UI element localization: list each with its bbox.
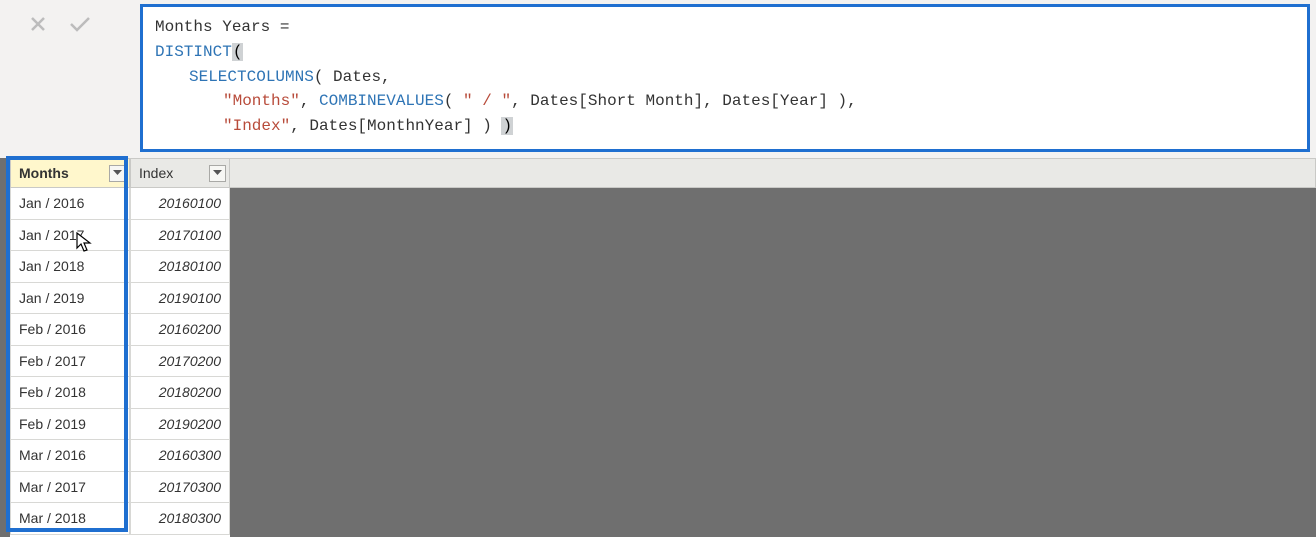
chevron-down-icon [213, 170, 222, 176]
formula-bar-container: Months Years = DISTINCT( SELECTCOLUMNS( … [140, 0, 1316, 156]
fn-combinevalues: COMBINEVALUES [319, 92, 444, 110]
table-cell-months[interactable]: Mar / 2018 [10, 503, 130, 535]
table-cell-months[interactable]: Jan / 2016 [10, 188, 130, 220]
table-cell-index[interactable]: 20180100 [130, 251, 230, 283]
fn-selectcolumns: SELECTCOLUMNS [189, 68, 314, 86]
table-cell-months[interactable]: Mar / 2016 [10, 440, 130, 472]
formula-controls [0, 0, 140, 38]
table-cell-index[interactable]: 20160300 [130, 440, 230, 472]
grid-empty-area [230, 158, 1316, 537]
table-cell-index[interactable]: 20190100 [130, 283, 230, 315]
data-grid-area: Months Jan / 2016Jan / 2017Jan / 2018Jan… [0, 158, 1316, 537]
commit-button[interactable] [62, 10, 98, 38]
chevron-down-icon [113, 170, 122, 176]
column-header-months[interactable]: Months [10, 158, 130, 188]
table-cell-index[interactable]: 20180200 [130, 377, 230, 409]
x-icon [28, 14, 48, 34]
table-cell-months[interactable]: Jan / 2018 [10, 251, 130, 283]
filter-button-months[interactable] [109, 165, 126, 182]
table-cell-index[interactable]: 20180300 [130, 503, 230, 535]
blank-header [230, 158, 1316, 188]
table-cell-index[interactable]: 20190200 [130, 409, 230, 441]
table-cell-months[interactable]: Jan / 2019 [10, 283, 130, 315]
table-cell-months[interactable]: Mar / 2017 [10, 472, 130, 504]
table-cell-months[interactable]: Jan / 2017 [10, 220, 130, 252]
table-cell-months[interactable]: Feb / 2016 [10, 314, 130, 346]
table-cell-index[interactable]: 20170100 [130, 220, 230, 252]
filter-button-index[interactable] [209, 165, 226, 182]
formula-row: Months Years = DISTINCT( SELECTCOLUMNS( … [0, 0, 1316, 158]
column-months: Months Jan / 2016Jan / 2017Jan / 2018Jan… [10, 158, 130, 537]
column-header-index[interactable]: Index [130, 158, 230, 188]
table-cell-index[interactable]: 20160200 [130, 314, 230, 346]
paren-close-highlight: ) [501, 117, 513, 135]
cancel-button[interactable] [20, 10, 56, 38]
measure-name: Months Years [155, 18, 270, 36]
column-index: Index 2016010020170100201801002019010020… [130, 158, 230, 537]
check-icon [68, 14, 92, 34]
fn-distinct: DISTINCT [155, 43, 232, 61]
column-header-label: Months [19, 165, 69, 181]
table-cell-index[interactable]: 20170300 [130, 472, 230, 504]
table-cell-months[interactable]: Feb / 2018 [10, 377, 130, 409]
table-cell-index[interactable]: 20170200 [130, 346, 230, 378]
formula-bar[interactable]: Months Years = DISTINCT( SELECTCOLUMNS( … [140, 4, 1310, 152]
table-cell-index[interactable]: 20160100 [130, 188, 230, 220]
table-cell-months[interactable]: Feb / 2019 [10, 409, 130, 441]
table-cell-months[interactable]: Feb / 2017 [10, 346, 130, 378]
paren-open-highlight: ( [232, 43, 244, 61]
column-header-label: Index [139, 165, 173, 181]
